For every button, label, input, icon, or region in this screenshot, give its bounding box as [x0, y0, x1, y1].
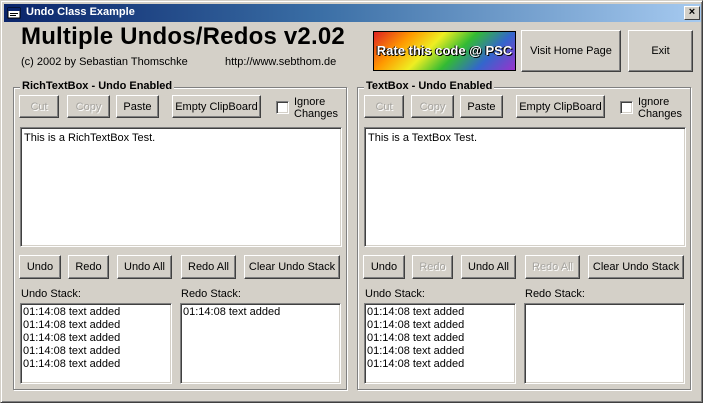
- right-redo-stack-list[interactable]: [524, 303, 685, 384]
- textbox-group-title: TextBox - Undo Enabled: [364, 80, 495, 92]
- richtextbox-group-title: RichTextBox - Undo Enabled: [20, 80, 175, 92]
- right-redo-all-button[interactable]: Redo All: [525, 255, 580, 279]
- right-ignore-changes-label: Ignore Changes: [638, 96, 683, 120]
- right-undo-stack-list[interactable]: 01:14:08 text added 01:14:08 text added …: [364, 303, 516, 384]
- left-ignore-changes-checkbox[interactable]: [276, 101, 289, 114]
- right-clear-undo-stack-button[interactable]: Clear Undo Stack: [588, 255, 684, 279]
- list-item[interactable]: 01:14:08 text added: [367, 319, 513, 332]
- app-icon: [7, 7, 21, 19]
- left-clear-undo-stack-button[interactable]: Clear Undo Stack: [244, 255, 340, 279]
- left-empty-clipboard-button[interactable]: Empty ClipBoard: [172, 95, 261, 118]
- list-item[interactable]: 01:14:08 text added: [23, 306, 169, 319]
- left-undo-all-button[interactable]: Undo All: [117, 255, 172, 279]
- title-bar: Undo Class Example ×: [4, 4, 701, 22]
- textbox-editor[interactable]: This is a TextBox Test.: [364, 127, 686, 247]
- left-undo-stack-label: Undo Stack:: [21, 288, 81, 300]
- page-title: Multiple Undos/Redos v2.02: [21, 23, 345, 50]
- list-item[interactable]: 01:14:08 text added: [367, 358, 513, 371]
- right-redo-stack-label: Redo Stack:: [525, 288, 585, 300]
- close-button[interactable]: ×: [684, 6, 700, 20]
- left-copy-button[interactable]: Copy: [67, 95, 110, 118]
- right-redo-button[interactable]: Redo: [412, 255, 453, 279]
- list-item[interactable]: 01:14:08 text added: [183, 306, 338, 319]
- app-window: Undo Class Example × Multiple Undos/Redo…: [0, 0, 703, 403]
- right-undo-all-button[interactable]: Undo All: [461, 255, 516, 279]
- website-url: http://www.sebthom.de: [225, 56, 337, 68]
- list-item[interactable]: 01:14:08 text added: [23, 358, 169, 371]
- list-item[interactable]: 01:14:08 text added: [367, 306, 513, 319]
- left-redo-stack-list[interactable]: 01:14:08 text added: [180, 303, 341, 384]
- copyright-text: (c) 2002 by Sebastian Thomschke: [21, 56, 188, 68]
- right-undo-stack-label: Undo Stack:: [365, 288, 425, 300]
- left-paste-button[interactable]: Paste: [116, 95, 159, 118]
- left-undo-stack-list[interactable]: 01:14:08 text added 01:14:08 text added …: [20, 303, 172, 384]
- left-undo-button[interactable]: Undo: [19, 255, 61, 279]
- list-item[interactable]: 01:14:08 text added: [23, 345, 169, 358]
- left-cut-button[interactable]: Cut: [19, 95, 59, 118]
- rate-this-code-banner[interactable]: Rate this code @ PSC: [373, 31, 516, 71]
- left-redo-stack-label: Redo Stack:: [181, 288, 241, 300]
- list-item[interactable]: 01:14:08 text added: [23, 332, 169, 345]
- exit-button[interactable]: Exit: [628, 30, 693, 72]
- list-item[interactable]: 01:14:08 text added: [367, 332, 513, 345]
- window-title: Undo Class Example: [26, 6, 135, 18]
- left-redo-all-button[interactable]: Redo All: [181, 255, 236, 279]
- right-ignore-changes-checkbox[interactable]: [620, 101, 633, 114]
- richtextbox-editor[interactable]: This is a RichTextBox Test.: [20, 127, 342, 247]
- list-item[interactable]: 01:14:08 text added: [367, 345, 513, 358]
- left-ignore-changes-label: Ignore Changes: [294, 96, 339, 120]
- left-redo-button[interactable]: Redo: [68, 255, 109, 279]
- right-cut-button[interactable]: Cut: [364, 95, 404, 118]
- right-copy-button[interactable]: Copy: [411, 95, 454, 118]
- visit-home-page-button[interactable]: Visit Home Page: [521, 30, 621, 72]
- right-empty-clipboard-button[interactable]: Empty ClipBoard: [516, 95, 605, 118]
- right-undo-button[interactable]: Undo: [363, 255, 405, 279]
- right-paste-button[interactable]: Paste: [460, 95, 503, 118]
- list-item[interactable]: 01:14:08 text added: [23, 319, 169, 332]
